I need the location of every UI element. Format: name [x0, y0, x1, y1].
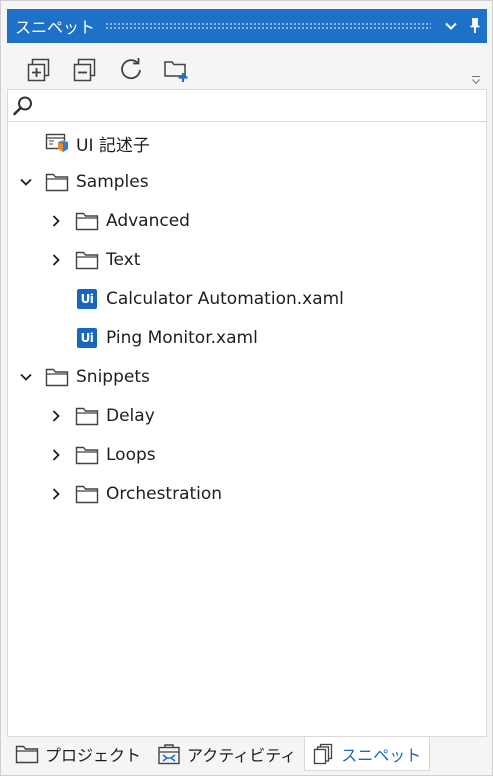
chevron-right-icon[interactable] [47, 485, 65, 503]
search-icon [10, 93, 36, 119]
search-input[interactable] [36, 91, 486, 120]
tree-item-label: Ping Monitor.xaml [106, 328, 258, 348]
panel-menu-button[interactable] [439, 14, 463, 38]
activities-icon [157, 743, 181, 765]
toolbar-overflow-icon[interactable] [471, 75, 481, 85]
chevron-down-icon[interactable] [17, 173, 35, 191]
tree-item-ping-monitor[interactable]: Ui Ping Monitor.xaml [75, 323, 258, 353]
expand-all-icon [27, 58, 50, 82]
tree-item-calculator-automation[interactable]: Ui Calculator Automation.xaml [75, 284, 344, 314]
folder-icon [15, 744, 39, 764]
tree-item-text[interactable]: Text [47, 245, 140, 275]
folder-icon [75, 444, 99, 466]
tab-label: アクティビティ [187, 746, 297, 765]
tree-item-label: Loops [106, 445, 156, 465]
chevron-right-icon[interactable] [47, 446, 65, 464]
panel-toolbar [7, 51, 487, 89]
refresh-icon [121, 58, 141, 80]
chevron-right-icon[interactable] [47, 251, 65, 269]
xaml-file-icon: Ui [75, 288, 99, 310]
folder-icon [45, 366, 69, 388]
folder-icon [75, 483, 99, 505]
tab-label: スニペット [341, 745, 422, 765]
tab-project[interactable]: プロジェクト [7, 737, 149, 771]
tree-item-snippets[interactable]: Snippets [17, 362, 150, 392]
panel-title: スニペット [15, 18, 96, 37]
tree-item-orchestration[interactable]: Orchestration [47, 479, 222, 509]
add-folder-icon [164, 61, 188, 82]
folder-icon [75, 405, 99, 427]
chevron-right-icon[interactable] [47, 407, 65, 425]
chevron-down-icon[interactable] [17, 368, 35, 386]
collapse-all-icon [73, 58, 96, 82]
tree-item-samples[interactable]: Samples [17, 167, 149, 197]
xaml-file-icon: Ui [75, 327, 99, 349]
folder-icon [45, 171, 69, 193]
folder-icon [75, 249, 99, 271]
panel-title-bar: スニペット [7, 9, 487, 43]
tree-item-label: Delay [106, 406, 155, 426]
refresh-button[interactable] [115, 54, 147, 86]
tree-item-ui-descriptors[interactable]: UI 記述子 [45, 128, 150, 158]
folder-icon [75, 210, 99, 232]
tree-item-label: Calculator Automation.xaml [106, 289, 344, 309]
tab-label: プロジェクト [45, 746, 142, 765]
snippets-tree: UI 記述子 Samples Advanced Text Ui Calculat… [7, 122, 487, 737]
tree-item-label: UI 記述子 [76, 135, 150, 156]
pin-icon [470, 18, 480, 33]
tree-item-loops[interactable]: Loops [47, 440, 156, 470]
bottom-tab-strip: プロジェクト アクティビティ スニペット [7, 737, 487, 771]
tree-item-label: Samples [76, 172, 149, 192]
tree-item-label: Orchestration [106, 484, 223, 504]
add-folder-button[interactable] [161, 54, 193, 86]
ui-descriptor-icon [45, 132, 69, 154]
chevron-down-icon [445, 22, 457, 30]
chevron-right-icon[interactable] [47, 212, 65, 230]
tab-activities[interactable]: アクティビティ [149, 737, 304, 771]
tree-item-label: Snippets [76, 367, 150, 387]
tab-snippets[interactable]: スニペット [304, 737, 431, 771]
tree-item-advanced[interactable]: Advanced [47, 206, 190, 236]
tree-item-label: Text [106, 250, 141, 270]
pin-button[interactable] [463, 14, 487, 38]
tree-item-label: Advanced [106, 211, 190, 231]
snippets-panel: スニペット UI 記述子 Samples Advanced Text Ui Ca… [0, 0, 493, 776]
snippets-icon [313, 743, 335, 765]
expand-all-button[interactable] [23, 54, 55, 86]
search-box [7, 89, 487, 122]
collapse-all-button[interactable] [69, 54, 101, 86]
drag-grip[interactable] [105, 21, 431, 31]
tree-item-delay[interactable]: Delay [47, 401, 155, 431]
